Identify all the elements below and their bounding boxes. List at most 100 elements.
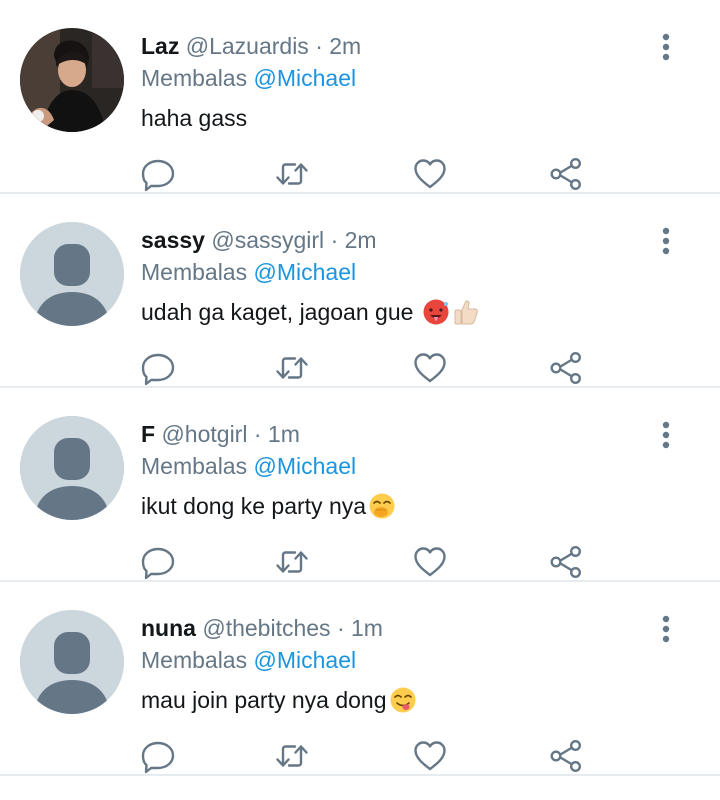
timestamp: 2m <box>344 227 377 253</box>
replying-to-label: Membalas <box>141 647 248 673</box>
more-options-button[interactable] <box>652 420 680 450</box>
share-icon <box>550 351 582 385</box>
more-options-button[interactable] <box>652 614 680 644</box>
mention-link[interactable]: @Michael <box>254 65 357 91</box>
share-icon <box>550 739 582 773</box>
share-button[interactable] <box>548 156 584 192</box>
replying-to-label: Membalas <box>141 453 248 479</box>
reply-icon <box>141 547 175 580</box>
author-handle[interactable]: @Lazuardis <box>186 33 309 59</box>
retweet-button[interactable] <box>274 156 310 192</box>
like-button[interactable] <box>412 544 448 580</box>
author-handle[interactable]: @hotgirl <box>161 421 247 447</box>
like-button[interactable] <box>412 350 448 386</box>
reply-button[interactable] <box>140 156 176 192</box>
more-options-button[interactable] <box>652 32 680 62</box>
action-bar <box>140 156 600 192</box>
share-button[interactable] <box>548 544 584 580</box>
reply-icon <box>141 353 175 386</box>
emoji-group <box>387 687 417 713</box>
reply-icon <box>141 741 175 774</box>
separator-dot: · <box>330 227 339 253</box>
more-vertical-icon <box>662 615 670 643</box>
heart-icon <box>414 353 446 383</box>
retweet-button[interactable] <box>274 544 310 580</box>
action-bar <box>140 350 600 386</box>
author-name[interactable]: nuna <box>141 615 196 641</box>
reply-tweet[interactable]: F @hotgirl · 1m Membalas @Michael ikut d… <box>0 388 720 582</box>
more-options-button[interactable] <box>652 226 680 256</box>
reply-tweet[interactable]: Laz @Lazuardis · 2m Membalas @Michael ha… <box>0 0 720 194</box>
heart-icon <box>414 741 446 771</box>
emoji-group <box>420 299 480 325</box>
reply-button[interactable] <box>140 544 176 580</box>
heart-icon <box>414 159 446 189</box>
tweet-header: Laz @Lazuardis · 2m <box>141 31 361 61</box>
default-avatar-icon <box>20 222 124 326</box>
more-vertical-icon <box>662 227 670 255</box>
thumbs-up-emoji <box>454 300 478 325</box>
tweet-header: nuna @thebitches · 1m <box>141 613 383 643</box>
replying-to: Membalas @Michael <box>141 451 356 481</box>
retweet-icon <box>276 745 308 767</box>
tweet-header: F @hotgirl · 1m <box>141 419 300 449</box>
tweet-header: sassy @sassygirl · 2m <box>141 225 377 255</box>
tweet-text: ikut dong ke party nya <box>141 491 396 521</box>
tweet-text-content: mau join party nya dong <box>141 687 387 713</box>
reply-icon <box>141 159 175 192</box>
heart-icon <box>414 547 446 577</box>
separator-dot: · <box>315 33 323 59</box>
timestamp: 1m <box>351 615 383 641</box>
retweet-icon <box>276 163 308 185</box>
replying-to: Membalas @Michael <box>141 645 356 675</box>
retweet-button[interactable] <box>274 738 310 774</box>
default-avatar-icon <box>20 416 124 520</box>
action-bar <box>140 738 600 774</box>
default-avatar-icon <box>20 610 124 714</box>
like-button[interactable] <box>412 156 448 192</box>
action-bar <box>140 544 600 580</box>
timestamp: 2m <box>329 33 362 59</box>
hand-over-mouth-emoji <box>369 493 395 519</box>
author-name[interactable]: F <box>141 421 155 447</box>
tweet-text-content: udah ga kaget, jagoan gue <box>141 299 420 325</box>
separator-dot: · <box>253 421 262 447</box>
avatar[interactable] <box>20 28 124 132</box>
separator-dot: · <box>336 615 345 641</box>
retweet-button[interactable] <box>274 350 310 386</box>
tweet-text-content: ikut dong ke party nya <box>141 493 367 519</box>
tweet-text: udah ga kaget, jagoan gue <box>141 297 480 327</box>
mention-link[interactable]: @Michael <box>254 259 357 285</box>
mention-link[interactable]: @Michael <box>254 453 357 479</box>
replying-to: Membalas @Michael <box>141 257 356 287</box>
emoji-group <box>366 493 396 519</box>
reply-list: Laz @Lazuardis · 2m Membalas @Michael ha… <box>0 0 720 776</box>
profile-photo <box>20 28 124 132</box>
avatar[interactable] <box>20 610 124 714</box>
replying-to: Membalas @Michael <box>141 63 356 93</box>
reply-tweet[interactable]: nuna @thebitches · 1m Membalas @Michael … <box>0 582 720 776</box>
reply-button[interactable] <box>140 738 176 774</box>
replying-to-label: Membalas <box>141 259 248 285</box>
author-handle[interactable]: @sassygirl <box>211 227 324 253</box>
share-button[interactable] <box>548 738 584 774</box>
share-button[interactable] <box>548 350 584 386</box>
tweet-text-content: haha gass <box>141 105 248 131</box>
mention-link[interactable]: @Michael <box>254 647 357 673</box>
like-button[interactable] <box>412 738 448 774</box>
avatar[interactable] <box>20 416 124 520</box>
retweet-icon <box>276 357 308 379</box>
share-icon <box>550 545 582 579</box>
reply-button[interactable] <box>140 350 176 386</box>
hot-face-emoji <box>423 299 449 325</box>
yum-face-emoji <box>390 687 415 713</box>
author-handle[interactable]: @thebitches <box>202 615 330 641</box>
tweet-text: haha gass <box>141 103 247 133</box>
reply-tweet[interactable]: sassy @sassygirl · 2m Membalas @Michael … <box>0 194 720 388</box>
more-vertical-icon <box>662 33 670 61</box>
author-name[interactable]: sassy <box>141 227 205 253</box>
replying-to-label: Membalas <box>141 65 248 91</box>
tweet-text: mau join party nya dong <box>141 685 417 715</box>
avatar[interactable] <box>20 222 124 326</box>
author-name[interactable]: Laz <box>141 33 179 59</box>
